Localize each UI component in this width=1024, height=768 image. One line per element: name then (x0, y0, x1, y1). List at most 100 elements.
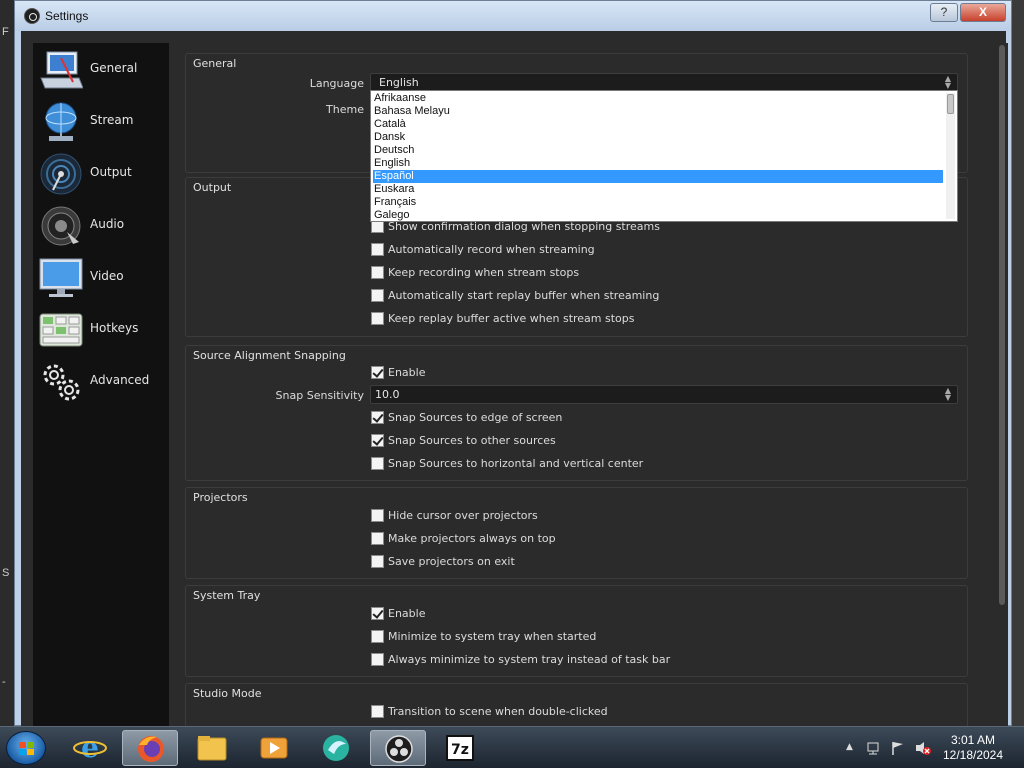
sidebar-item-label: Video (90, 269, 124, 283)
sidebar-item-general[interactable]: General (33, 43, 169, 95)
output-icon (40, 153, 82, 195)
checkbox-label: Snap Sources to horizontal and vertical … (388, 457, 644, 470)
snap-sensitivity-spinbox[interactable]: 10.0 ▲ ▼ (370, 385, 958, 404)
sidebar-item-label: Output (90, 165, 132, 179)
sidebar-item-hotkeys[interactable]: Hotkeys (33, 303, 169, 355)
checkbox[interactable] (371, 243, 384, 256)
browser-icon (323, 735, 349, 761)
taskbar-app-internet-explorer[interactable]: e (62, 730, 118, 766)
sidebar-item-stream[interactable]: Stream (33, 95, 169, 147)
checkbox[interactable] (371, 509, 384, 522)
checkbox-label: Snap Sources to edge of screen (388, 411, 563, 424)
language-option[interactable]: Bahasa Melayu (373, 105, 943, 118)
video-icon (39, 258, 83, 297)
checkbox[interactable] (371, 630, 384, 643)
sidebar-item-label: General (90, 61, 138, 75)
language-option[interactable]: Euskara (373, 183, 943, 196)
checkbox[interactable] (371, 607, 384, 620)
svg-text:e: e (81, 731, 99, 764)
projectors-group: Projectors Hide cursor over projectors M… (185, 487, 968, 579)
language-option[interactable]: Dansk (373, 131, 943, 144)
sidebar-item-output[interactable]: Output (33, 147, 169, 199)
sidebar-item-video[interactable]: Video (33, 251, 169, 303)
close-button[interactable]: X (960, 3, 1006, 22)
checkbox[interactable] (371, 266, 384, 279)
volume-muted-icon[interactable] (914, 740, 932, 756)
obs-app-icon (24, 8, 40, 24)
checkbox-label: Save projectors on exit (388, 555, 515, 568)
group-title: Studio Mode (193, 687, 262, 700)
language-label: Language (309, 77, 364, 90)
sidebar-item-advanced[interactable]: Advanced (33, 355, 169, 407)
sidebar-item-audio[interactable]: Audio (33, 199, 169, 251)
language-option[interactable]: Galego (373, 209, 943, 222)
chevron-updown-icon: ▲ ▼ (944, 74, 952, 90)
desktop-background-right (1012, 0, 1024, 726)
7zip-label: 7z (451, 742, 469, 758)
taskbar-app-firefox[interactable] (122, 730, 178, 766)
language-dropdown-list[interactable]: Afrikaanse Bahasa Melayu Català Dansk De… (370, 90, 958, 222)
stream-icon (45, 102, 77, 141)
taskbar-app-media-player[interactable] (246, 730, 302, 766)
system-tray-group: System Tray Enable Minimize to system tr… (185, 585, 968, 677)
windows-logo-icon (19, 742, 35, 756)
checkbox[interactable] (371, 289, 384, 302)
group-title: Source Alignment Snapping (193, 349, 346, 362)
checkbox[interactable] (371, 411, 384, 424)
checkbox-label: Keep replay buffer active when stream st… (388, 312, 635, 325)
theme-label: Theme (326, 103, 364, 116)
settings-scrollbar[interactable] (996, 43, 1008, 727)
snap-sensitivity-label: Snap Sensitivity (275, 389, 364, 402)
checkbox[interactable] (371, 457, 384, 470)
taskbar: e 7z ▲ 3:01 AM 12/18/2024 (0, 726, 1024, 768)
checkbox[interactable] (371, 653, 384, 666)
checkbox-label: Keep recording when stream stops (388, 266, 580, 279)
checkbox-label: Enable (388, 607, 426, 620)
settings-sidebar: General Stream Output Audio Video Hotkey… (33, 43, 169, 727)
action-center-icon[interactable] (866, 740, 882, 756)
taskbar-app-7zip[interactable]: 7z (432, 730, 488, 766)
checkbox-label: Snap Sources to other sources (388, 434, 556, 447)
group-title: General (193, 57, 237, 70)
checkbox[interactable] (371, 434, 384, 447)
sidebar-item-label: Hotkeys (90, 321, 139, 335)
title-bar[interactable]: Settings ? X (15, 1, 1011, 31)
taskbar-app-browser[interactable] (308, 730, 364, 766)
checkbox[interactable] (371, 705, 384, 718)
firefox-icon (138, 736, 164, 762)
taskbar-clock[interactable]: 3:01 AM 12/18/2024 (940, 733, 1006, 763)
language-select-value: English (379, 76, 419, 89)
spinner-icon[interactable]: ▲ ▼ (943, 387, 953, 402)
checkbox-label: Hide cursor over projectors (388, 509, 538, 522)
checkbox-label: Enable (388, 366, 426, 379)
taskbar-app-obs[interactable] (370, 730, 426, 766)
language-option[interactable]: Afrikaanse (373, 92, 943, 105)
language-option[interactable]: Català (373, 118, 943, 131)
clock-time: 3:01 AM (950, 733, 996, 747)
snap-sensitivity-value: 10.0 (375, 388, 400, 401)
flag-icon[interactable] (890, 740, 906, 756)
show-hidden-icons-icon[interactable]: ▲ (846, 742, 853, 752)
language-option[interactable]: Deutsch (373, 144, 943, 157)
checkbox[interactable] (371, 312, 384, 325)
dropdown-scrollbar-thumb[interactable] (947, 94, 954, 114)
checkbox-label: Automatically start replay buffer when s… (388, 289, 660, 302)
obs-icon (385, 735, 413, 763)
group-title: Output (193, 181, 232, 194)
taskbar-app-file-explorer[interactable] (184, 730, 240, 766)
checkbox[interactable] (371, 555, 384, 568)
language-option[interactable]: Français (373, 196, 943, 209)
media-player-icon (260, 737, 288, 759)
window-title: Settings (45, 9, 89, 23)
scrollbar-thumb[interactable] (999, 45, 1005, 605)
checkbox[interactable] (371, 366, 384, 379)
checkbox[interactable] (371, 532, 384, 545)
clock-date: 12/18/2024 (942, 748, 1004, 762)
start-button[interactable] (6, 731, 46, 765)
language-option-highlighted[interactable]: Español (373, 170, 943, 183)
checkbox-label: Automatically record when streaming (388, 243, 595, 256)
dropdown-scrollbar[interactable] (946, 93, 955, 219)
language-option[interactable]: English (373, 157, 943, 170)
background-text-fragment: F (2, 26, 9, 38)
help-button[interactable]: ? (930, 3, 958, 22)
